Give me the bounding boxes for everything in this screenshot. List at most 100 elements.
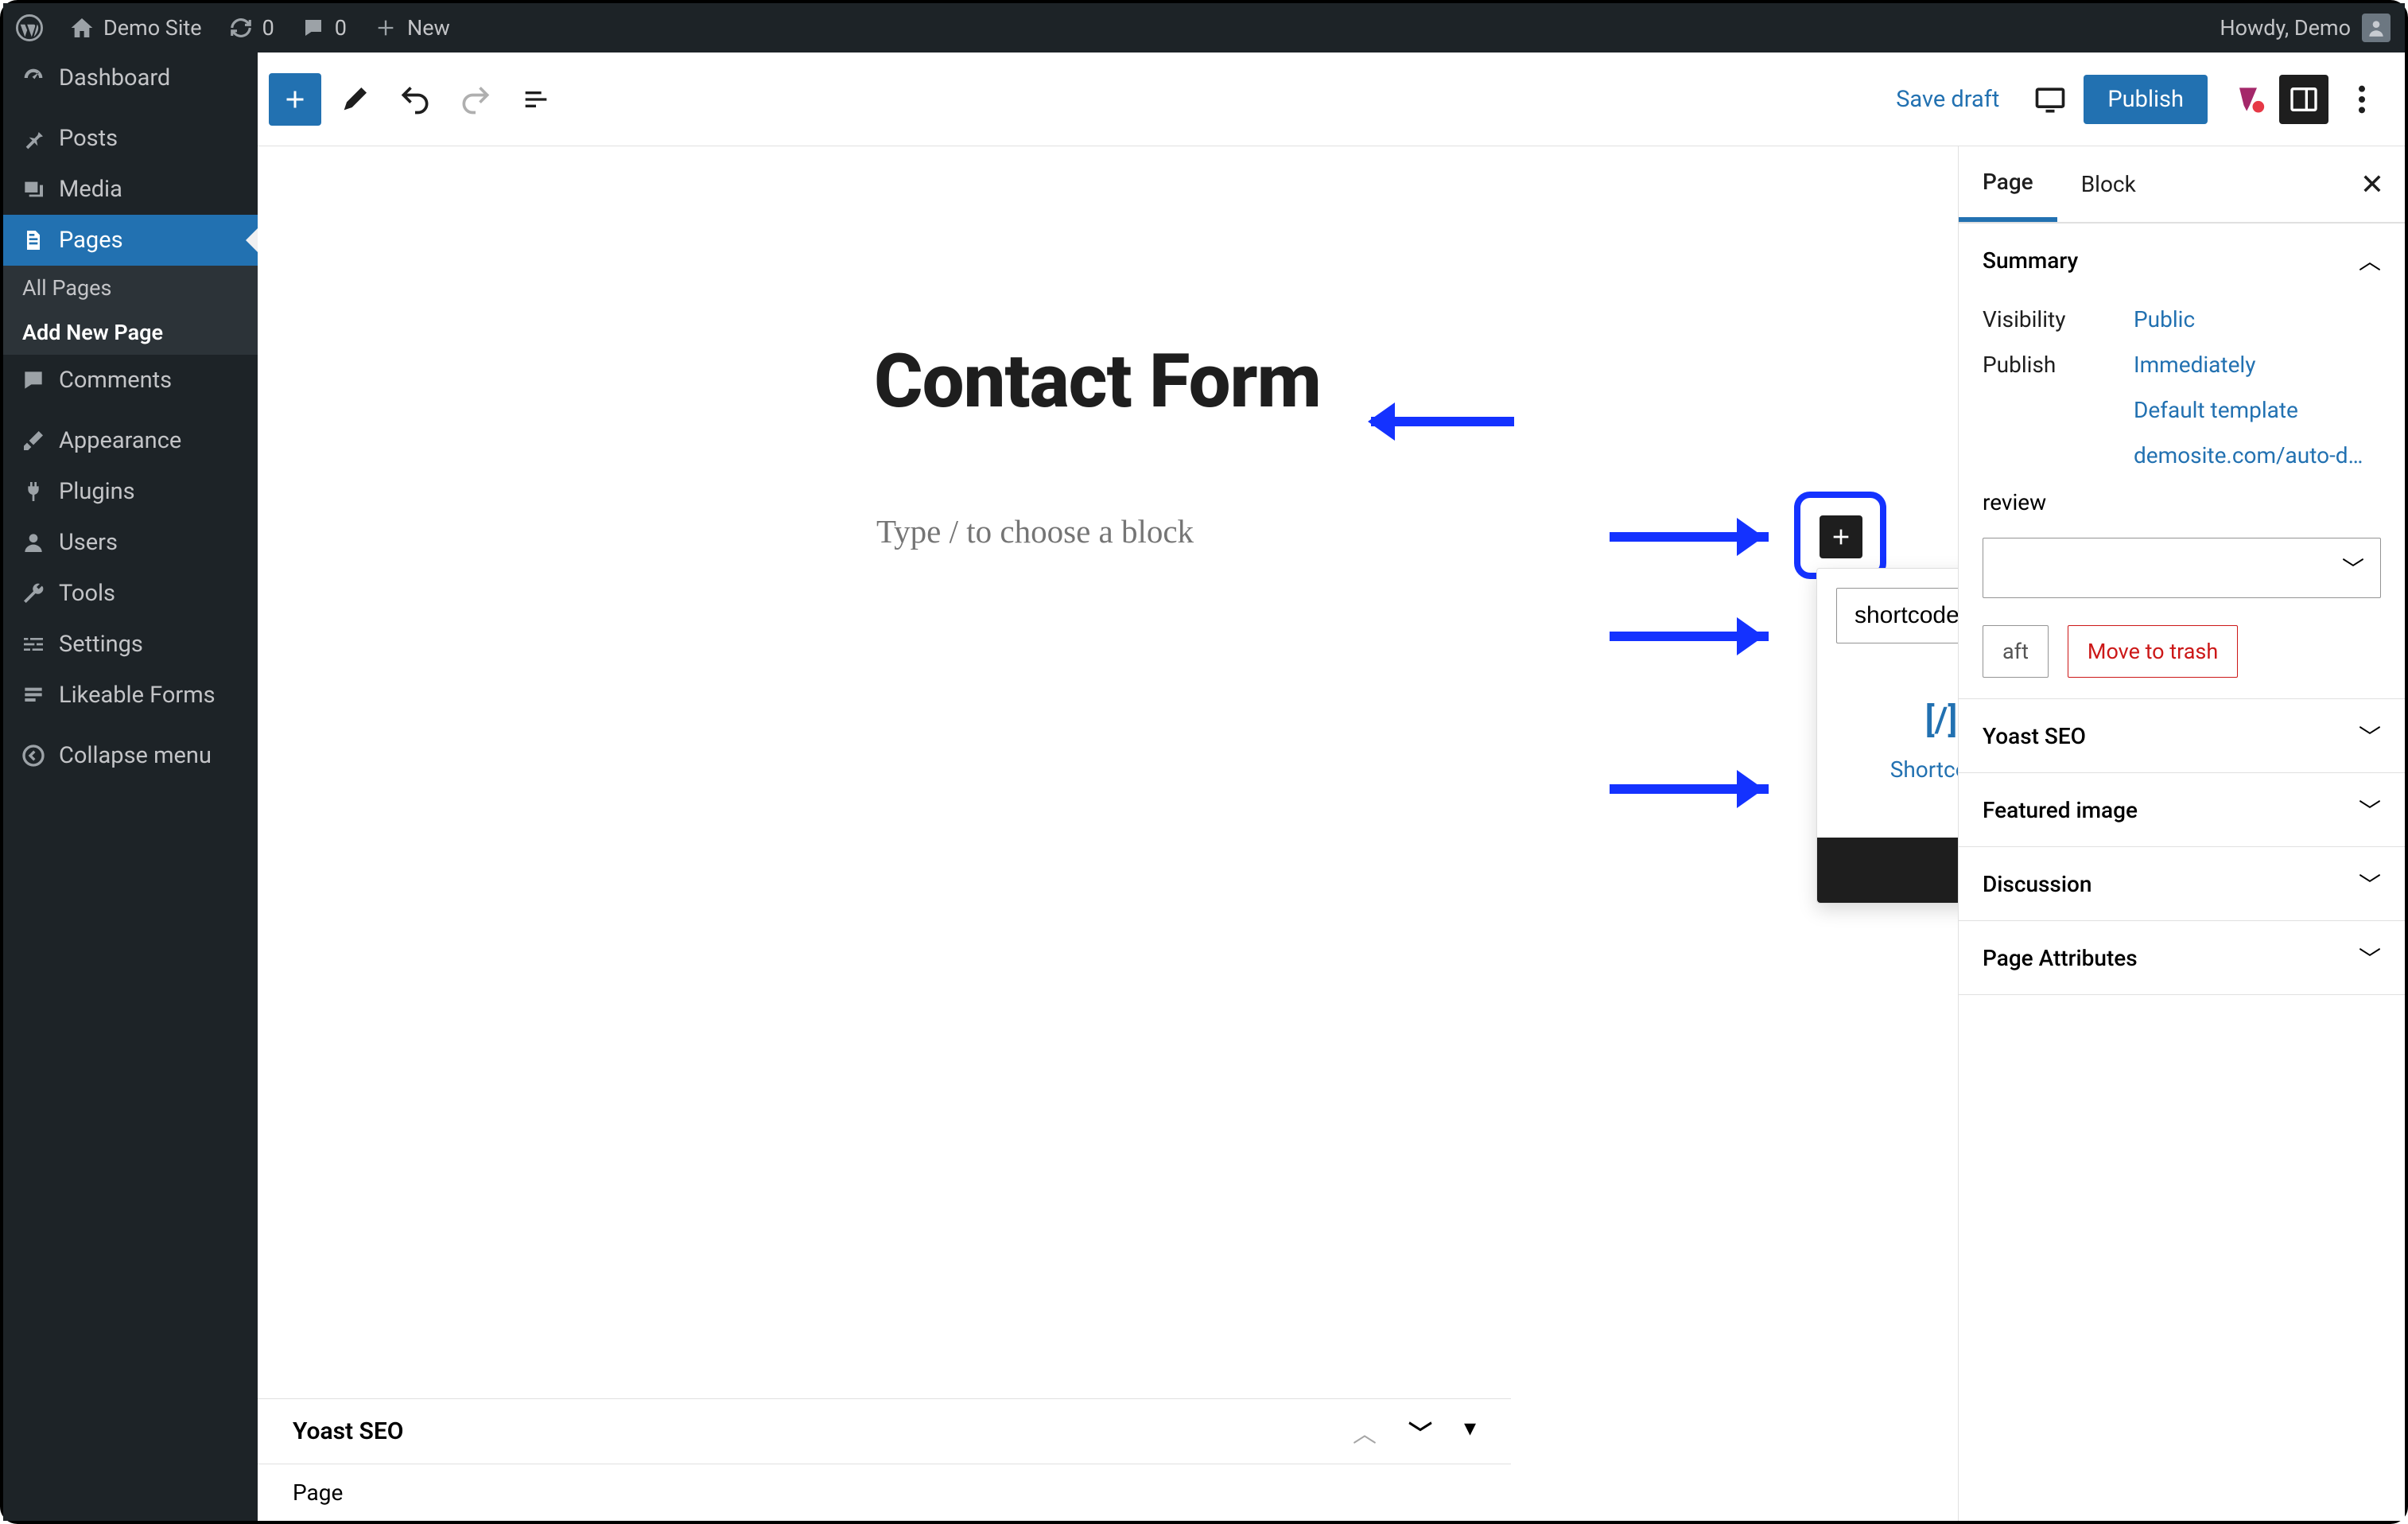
menu-label: Users [59,529,118,556]
summary-section: Summary ︿ Visibility Public Publish Imme… [1959,223,2405,699]
pin-icon [19,124,48,153]
comments-count: 0 [335,15,347,41]
close-settings-icon[interactable]: ✕ [2340,168,2405,201]
move-to-trash-button[interactable]: Move to trash [2068,625,2238,678]
section-heading: Yoast SEO [1983,723,2086,749]
menu-likeable-forms[interactable]: Likeable Forms [3,670,258,721]
chevron-down-icon: ﹀ [2359,794,2381,826]
menu-pages[interactable]: Pages [3,215,258,266]
chevron-down-icon: ﹀ [2359,720,2381,752]
yoast-button[interactable] [2224,75,2273,124]
document-overview-button[interactable] [509,72,563,126]
menu-comments[interactable]: Comments [3,355,258,406]
redo-button[interactable] [449,72,503,126]
chevron-down-icon[interactable]: ﹀ [1408,1414,1432,1449]
comment-icon [300,14,327,41]
options-button[interactable] [2335,72,2389,126]
tools-button[interactable] [328,72,382,126]
new-label: New [407,15,450,41]
settings-panel: Page Block ✕ Summary ︿ Visibility Public… [1958,146,2405,1521]
media-icon [19,175,48,204]
admin-sidebar: Dashboard Posts Media Pages All Pages Ad… [3,52,258,1521]
menu-label: Settings [59,631,143,658]
summary-heading: Summary [1983,247,2078,274]
chevron-up-icon[interactable]: ︿ [1353,1414,1377,1449]
save-draft-button[interactable]: Save draft [1878,86,2017,113]
editor-main: Save draft Publish Contact Form Type / t… [258,52,2405,1521]
browse-all-button[interactable]: Browse all [1817,838,1958,903]
annotation-rect [1794,492,1886,579]
menu-label: Dashboard [59,64,170,91]
sliders-icon [19,630,48,659]
wp-logo[interactable] [3,14,56,41]
block-inserter-popover: ✕ [/] Shortcode Browse all [1816,568,1958,904]
visibility-value[interactable]: Public [2134,306,2195,332]
url-label [1983,442,2134,468]
visibility-label: Visibility [1983,306,2134,332]
author-select[interactable]: ﹀ [1983,538,2381,598]
site-name-link[interactable]: Demo Site [56,14,215,41]
page-attributes-toggle[interactable]: Page Attributes ﹀ [1959,921,2405,994]
wrench-icon [19,579,48,608]
summary-toggle[interactable]: Summary ︿ [1959,224,2405,297]
updates-link[interactable]: 0 [215,14,287,41]
user-icon [19,528,48,557]
yoast-section-toggle[interactable]: Yoast SEO ﹀ [1959,699,2405,772]
url-value[interactable]: demosite.com/auto-d… [2134,442,2363,468]
menu-media[interactable]: Media [3,164,258,215]
menu-appearance[interactable]: Appearance [3,415,258,466]
menu-dashboard[interactable]: Dashboard [3,52,258,103]
admin-bar: Demo Site 0 0 New Howdy, Demo [3,3,2405,52]
menu-tools[interactable]: Tools [3,568,258,619]
template-label [1983,397,2134,423]
home-icon [68,14,95,41]
block-search-input[interactable] [1836,588,1958,643]
plug-icon [19,477,48,506]
comment-icon [19,366,48,395]
yoast-metabox-header[interactable]: Yoast SEO ︿ ﹀ ▾ [258,1398,1511,1464]
switch-to-draft-button[interactable]: aft [1983,625,2049,678]
tab-page[interactable]: Page [1959,146,2057,222]
new-link[interactable]: New [359,14,463,41]
submenu-add-new-page[interactable]: Add New Page [3,310,258,355]
settings-panel-toggle[interactable] [2279,75,2328,124]
menu-label: Posts [59,125,118,152]
menu-plugins[interactable]: Plugins [3,466,258,517]
template-value[interactable]: Default template [2134,397,2298,423]
menu-settings[interactable]: Settings [3,619,258,670]
section-heading: Page Attributes [1983,945,2138,971]
site-name-text: Demo Site [103,15,202,41]
editor-canvas[interactable]: Contact Form Type / to choose a block ✕ [258,146,1958,1521]
howdy-text[interactable]: Howdy, Demo [2220,15,2351,41]
featured-image-toggle[interactable]: Featured image ﹀ [1959,773,2405,846]
block-result-label: Shortcode [1890,756,1958,783]
chevron-down-icon: ﹀ [2342,552,2364,584]
review-label: review [1983,489,2046,515]
menu-collapse[interactable]: Collapse menu [3,730,258,781]
menu-users[interactable]: Users [3,517,258,568]
section-heading: Discussion [1983,871,2091,897]
caret-down-icon[interactable]: ▾ [1464,1414,1476,1449]
chevron-up-icon: ︿ [2359,244,2381,276]
preview-button[interactable] [2023,72,2077,126]
comments-link[interactable]: 0 [287,14,359,41]
discussion-toggle[interactable]: Discussion ﹀ [1959,847,2405,920]
shortcode-icon: [/] [1925,699,1958,741]
submenu-all-pages[interactable]: All Pages [3,266,258,310]
editor-topbar: Save draft Publish [258,52,2405,146]
avatar-icon[interactable] [2362,14,2391,42]
brush-icon [19,426,48,455]
block-result-shortcode[interactable]: [/] Shortcode [1836,663,1958,818]
block-inserter-button[interactable] [269,73,321,126]
block-placeholder[interactable]: Type / to choose a block [876,512,1194,550]
menu-posts[interactable]: Posts [3,113,258,164]
annotation-arrow [1610,784,1769,794]
publish-button[interactable]: Publish [2084,75,2208,124]
publish-value[interactable]: Immediately [2134,352,2255,378]
menu-label: Collapse menu [59,742,212,769]
menu-label: Pages [59,227,123,254]
yoast-metabox-title: Yoast SEO [293,1417,403,1445]
tab-block[interactable]: Block [2057,146,2160,222]
undo-button[interactable] [388,72,442,126]
page-title-input[interactable]: Contact Form [874,337,1321,425]
